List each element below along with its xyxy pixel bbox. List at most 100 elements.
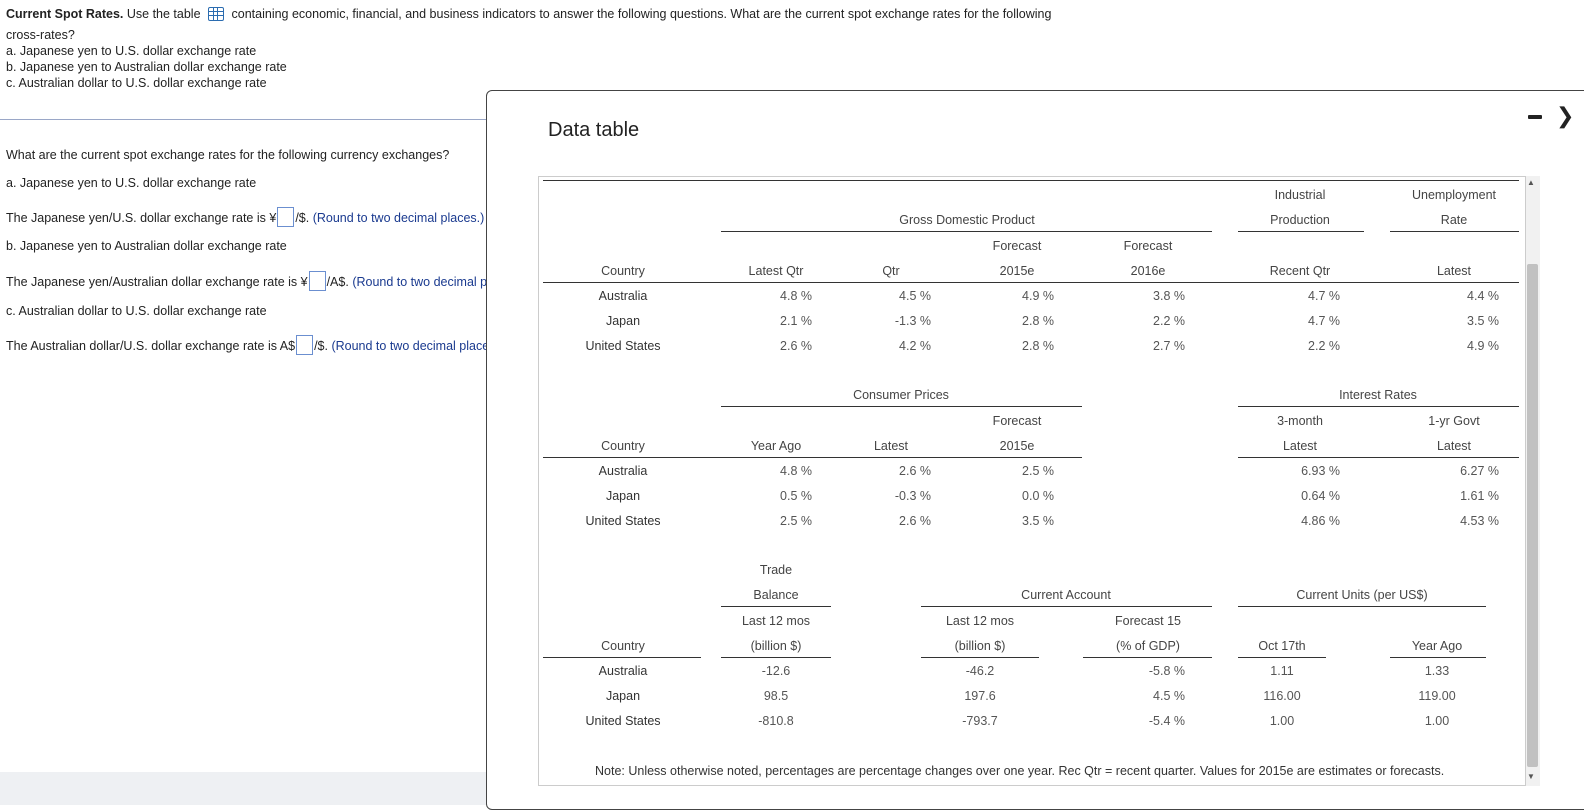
trade-rule: [721, 606, 831, 607]
s3-rule-oct: [1238, 657, 1326, 658]
answer-c-input[interactable]: [296, 335, 314, 355]
s3-caf-0: -5.8 %: [1148, 664, 1185, 678]
s1-f2015-0: 4.9 %: [1022, 289, 1054, 303]
close-icon[interactable]: ❯: [1556, 103, 1574, 129]
s2-country-2: United States: [585, 514, 661, 528]
scrollbar-thumb[interactable]: [1527, 264, 1538, 767]
answer-c-post: /$.: [314, 339, 328, 353]
s2-yearago-1: 0.5 %: [780, 489, 812, 503]
hdr-ca-billion: (billion $): [954, 639, 1006, 653]
s3-oct-2: 1.00: [1269, 714, 1295, 728]
hdr-production: Production: [1270, 213, 1330, 227]
hdr-1yr-latest: Latest: [1436, 439, 1472, 453]
answer-c-line: The Australian dollar/U.S. dollar exchan…: [6, 335, 487, 355]
s2-f2015-1: 0.0 %: [1022, 489, 1054, 503]
s3-ya-1: 119.00: [1418, 689, 1456, 703]
s3-country-1: Japan: [605, 689, 641, 703]
hdr-last12: Last 12 mos: [741, 614, 811, 628]
s3-rule-country: [543, 657, 701, 658]
s1-unemp-2: 4.9 %: [1467, 339, 1499, 353]
hdr-country-3: Country: [601, 639, 645, 653]
table-note: Note: Unless otherwise noted, percentage…: [595, 764, 1445, 778]
hdr-cu-year-ago: Year Ago: [1411, 639, 1463, 653]
s3-rule-trade: [721, 657, 831, 658]
scroll-down-arrow-icon[interactable]: ▼: [1527, 772, 1535, 781]
s2-country-0: Australia: [598, 464, 648, 478]
hdr-consumer-prices: Consumer Prices: [853, 388, 949, 402]
s3-ca-2: -793.7: [962, 714, 998, 728]
hdr-current-units: Current Units (per US$): [1296, 588, 1428, 602]
ca-rule: [921, 606, 1212, 607]
table-icon[interactable]: [208, 7, 225, 21]
s3-ca-0: -46.2: [965, 664, 995, 678]
s1-ind-1: 4.7 %: [1308, 314, 1340, 328]
answer-a-input[interactable]: [277, 207, 295, 227]
hdr-3m-latest: Latest: [1282, 439, 1318, 453]
s3-caf-2: -5.4 %: [1148, 714, 1185, 728]
s1-unemp-1: 3.5 %: [1467, 314, 1499, 328]
s1-country-2: United States: [585, 339, 661, 353]
s1-f2016-1: 2.2 %: [1153, 314, 1185, 328]
hdr-ca-last12: Last 12 mos: [945, 614, 1015, 628]
hdr-2015e: 2015e: [999, 264, 1035, 278]
answer-a-hint: (Round to two decimal places.): [312, 211, 485, 225]
hdr-rate: Rate: [1440, 213, 1468, 227]
scroll-up-arrow-icon[interactable]: ▲: [1527, 178, 1535, 187]
s2-y1-1: 1.61 %: [1460, 489, 1499, 503]
s1-qtr-0: 4.5 %: [899, 289, 931, 303]
hdr-latest-qtr: Latest Qtr: [748, 264, 804, 278]
question-item-b: b. Japanese yen to Australian dollar exc…: [6, 60, 287, 74]
s3-oct-0: 1.11: [1270, 664, 1294, 678]
minimize-icon[interactable]: [1528, 115, 1542, 119]
s2-m3-0: 6.93 %: [1301, 464, 1340, 478]
section1-header-rule: [543, 282, 1519, 283]
s2-f2015-2: 3.5 %: [1022, 514, 1054, 528]
hdr-trade: Trade: [759, 563, 793, 577]
s3-rule-ca: [921, 657, 1039, 658]
hdr-1yr-govt: 1-yr Govt: [1428, 414, 1480, 428]
hdr-latest-1: Latest: [1436, 264, 1472, 278]
hdr-2016e: 2016e: [1130, 264, 1166, 278]
section2-header-rule-right: [1238, 457, 1519, 458]
answer-b-line: The Japanese yen/Australian dollar excha…: [6, 271, 487, 291]
s2-yearago-2: 2.5 %: [780, 514, 812, 528]
answer-b-pre: The Japanese yen/Australian dollar excha…: [6, 275, 308, 289]
s1-f2016-2: 2.7 %: [1153, 339, 1185, 353]
hdr-cp-forecast: Forecast: [992, 414, 1042, 428]
s2-y1-0: 6.27 %: [1460, 464, 1499, 478]
s1-qtr-2: 4.2 %: [899, 339, 931, 353]
hdr-current-account: Current Account: [1021, 588, 1111, 602]
cp-rule: [721, 406, 1082, 407]
s3-country-2: United States: [585, 714, 661, 728]
table-top-rule: [543, 180, 1519, 181]
modal-title: Data table: [548, 119, 640, 141]
hdr-forecast-2016: Forecast: [1123, 239, 1173, 253]
hdr-country-1: Country: [601, 264, 645, 278]
hdr-3month: 3-month: [1277, 414, 1323, 428]
answer-b-hint: (Round to two decimal places.): [352, 275, 487, 289]
s3-trade-1: 98.5: [763, 689, 789, 703]
answer-b-input[interactable]: [308, 271, 326, 291]
s2-latest-1: -0.3 %: [894, 489, 931, 503]
answers-prompt: What are the current spot exchange rates…: [6, 148, 450, 162]
hdr-forecast-2015: Forecast: [992, 239, 1042, 253]
hdr-industrial: Industrial: [1274, 188, 1326, 202]
s3-ya-0: 1.33: [1424, 664, 1450, 678]
s2-latest-0: 2.6 %: [899, 464, 931, 478]
bottom-bar: [0, 772, 487, 805]
unemp-rule: [1390, 231, 1519, 232]
cu-rule: [1238, 606, 1486, 607]
question-intro-line2: cross-rates?: [6, 28, 75, 42]
s2-country-1: Japan: [605, 489, 641, 503]
answer-area: What are the current spot exchange rates…: [0, 120, 487, 780]
question-title: Current Spot Rates.: [6, 7, 124, 21]
answer-a-line: The Japanese yen/U.S. dollar exchange ra…: [6, 207, 484, 227]
hdr-oct17: Oct 17th: [1258, 639, 1306, 653]
s2-m3-2: 4.86 %: [1301, 514, 1340, 528]
question-item-c: c. Australian dollar to U.S. dollar exch…: [6, 76, 267, 90]
s1-qtr-1: -1.3 %: [894, 314, 931, 328]
hdr-country-2: Country: [601, 439, 645, 453]
hdr-balance: Balance: [753, 588, 799, 602]
answer-b-post: /A$.: [326, 275, 349, 289]
s3-oct-1: 116.00: [1263, 689, 1301, 703]
